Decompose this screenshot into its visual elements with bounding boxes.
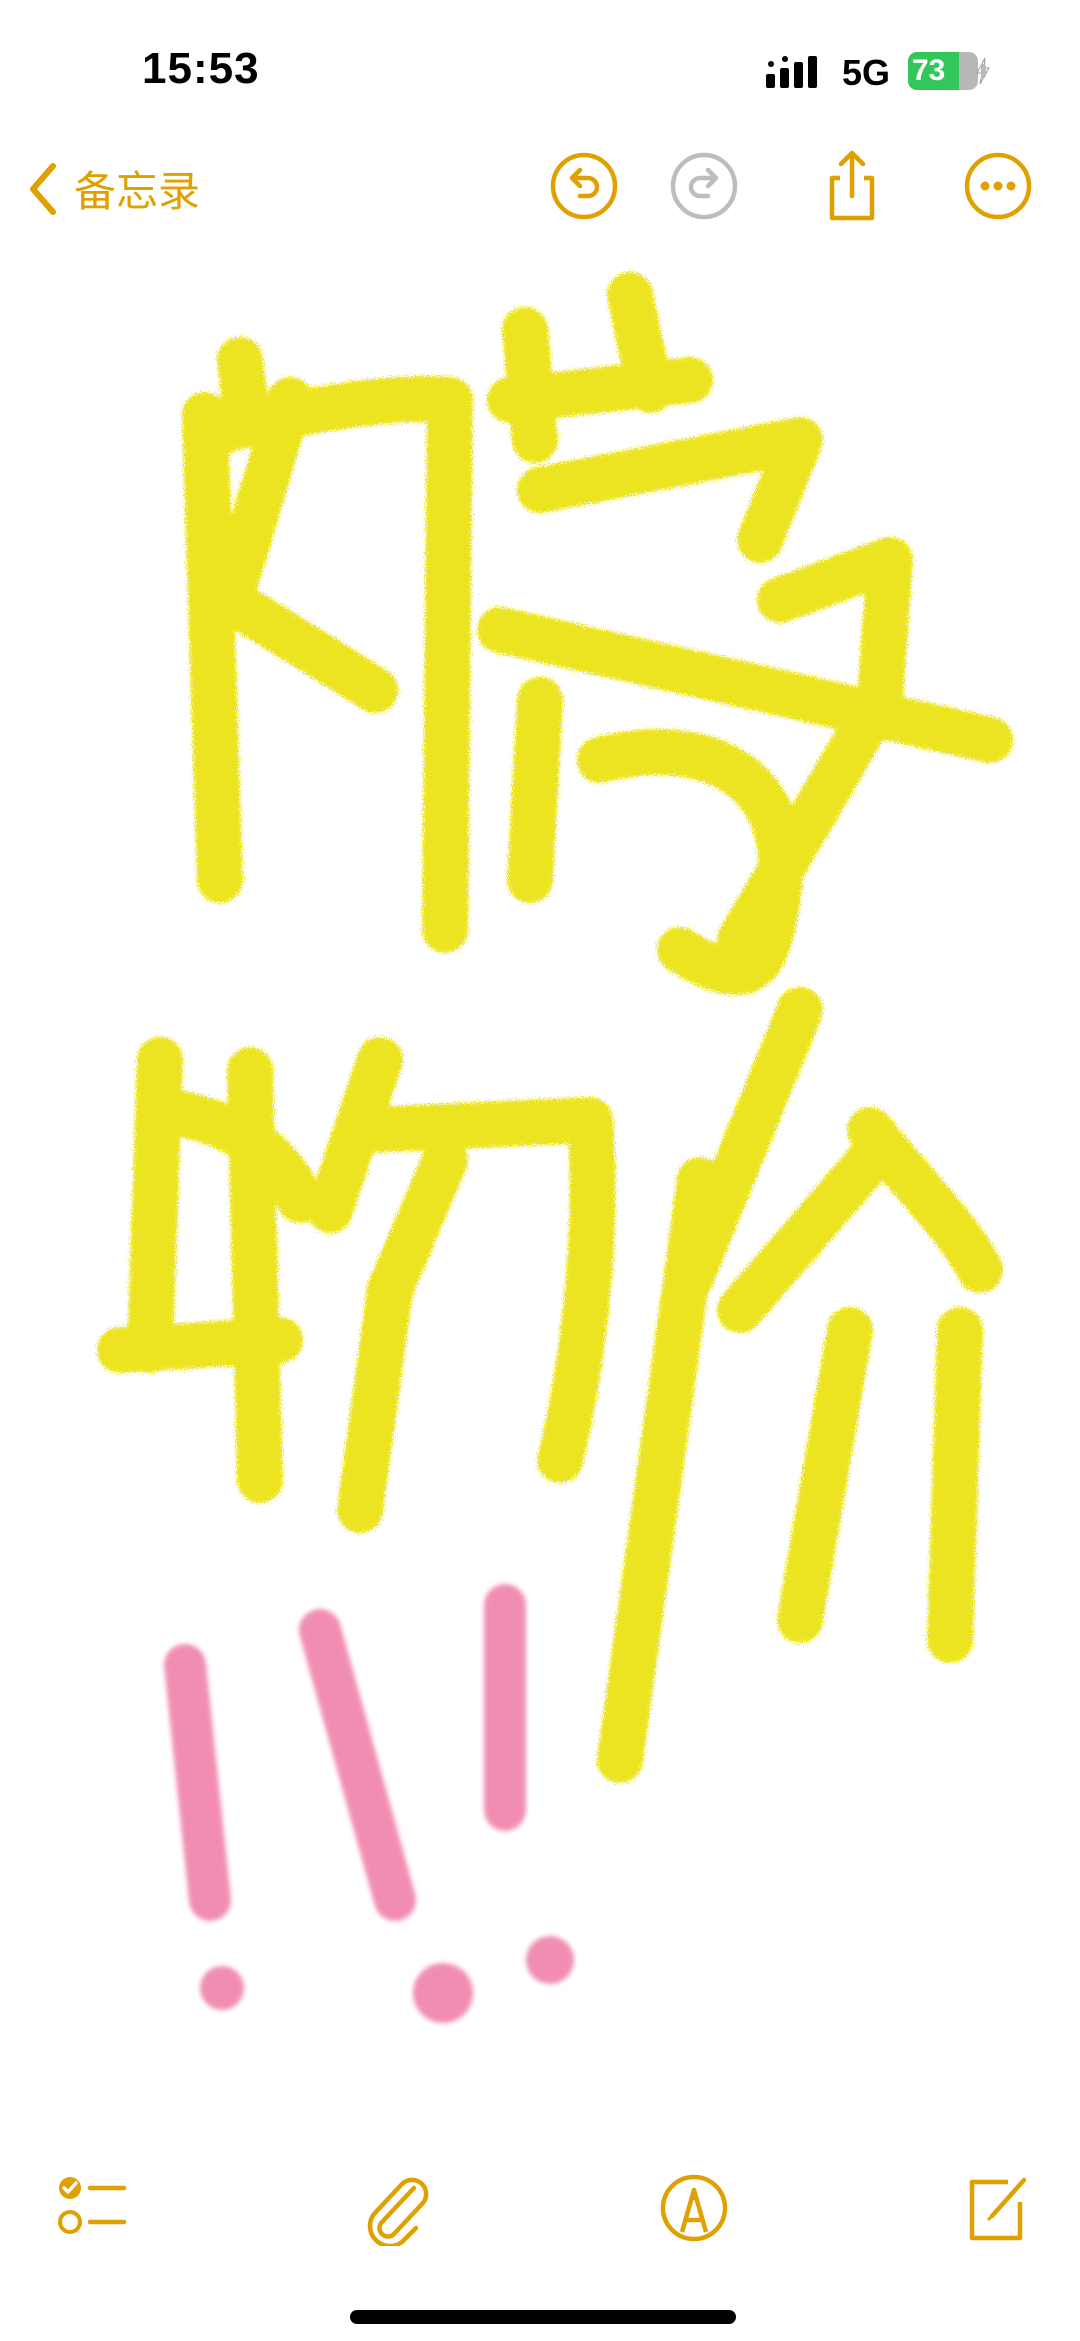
network-type: 5G [842,52,891,93]
pink-dots [200,1936,574,2023]
status-time: 15:53 [142,44,260,93]
battery-percent-label: 73 [912,54,946,87]
back-button-label: 备忘录 [74,168,201,215]
markup-pen-icon[interactable] [656,2170,732,2246]
battery-indicator: 73 [908,52,990,90]
bottom-toolbar [0,2160,1080,2260]
redo-icon[interactable] [666,148,742,224]
share-icon[interactable] [814,148,890,224]
yellow-handwriting [97,272,1013,1783]
checklist-icon[interactable] [54,2170,130,2246]
paperclip-icon[interactable] [358,2170,434,2246]
back-button[interactable]: 备忘录 [28,158,200,219]
navigation-bar: 备忘录 [0,140,1080,240]
home-indicator[interactable] [350,2310,736,2324]
undo-icon[interactable] [546,148,622,224]
compose-icon[interactable] [958,2170,1034,2246]
more-icon[interactable] [960,148,1036,224]
battery-tip [981,64,986,78]
chevron-left-icon [30,162,56,215]
status-bar: 15:53 5G 73 [0,0,1080,140]
pink-exclamation-marks [164,1584,526,1921]
signal-strength-icon [766,56,817,88]
battery-body: 73 [908,52,978,90]
drawing-canvas[interactable] [0,240,1080,2120]
